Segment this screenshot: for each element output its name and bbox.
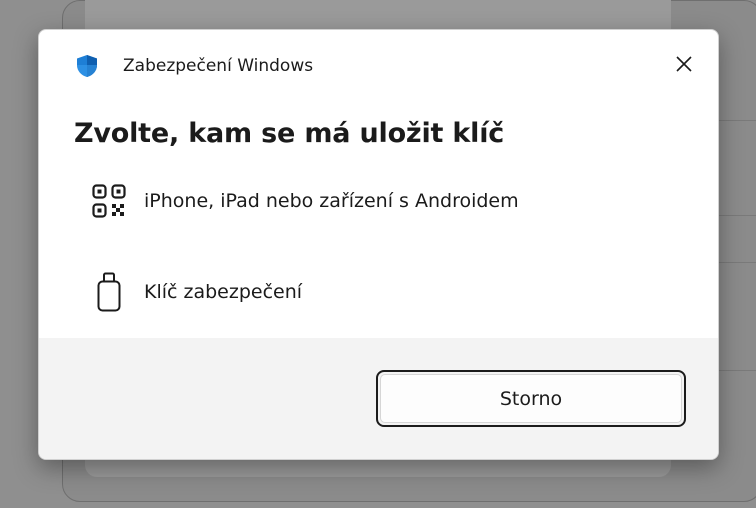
dialog-heading: Zvolte, kam se má uložit klíč	[74, 118, 505, 149]
close-icon	[676, 56, 692, 76]
qr-code-icon	[79, 181, 139, 221]
option-phone-device[interactable]: iPhone, iPad nebo zařízení s Androidem	[79, 173, 639, 229]
shield-icon	[75, 54, 99, 78]
option-security-key[interactable]: Klíč zabezpečení	[79, 264, 639, 320]
dialog-app-title: Zabezpečení Windows	[123, 56, 314, 76]
dialog-footer: Storno	[39, 338, 718, 459]
cancel-button[interactable]: Storno	[376, 370, 686, 427]
dialog-titlebar: Zabezpečení Windows	[39, 30, 718, 102]
option-label: Klíč zabezpečení	[144, 281, 303, 303]
close-button[interactable]	[668, 50, 700, 82]
usb-key-icon	[79, 272, 139, 312]
windows-security-dialog: Zabezpečení Windows Zvolte, kam se má ul…	[38, 29, 719, 460]
option-label: iPhone, iPad nebo zařízení s Androidem	[144, 190, 519, 212]
cancel-button-label: Storno	[380, 374, 682, 423]
